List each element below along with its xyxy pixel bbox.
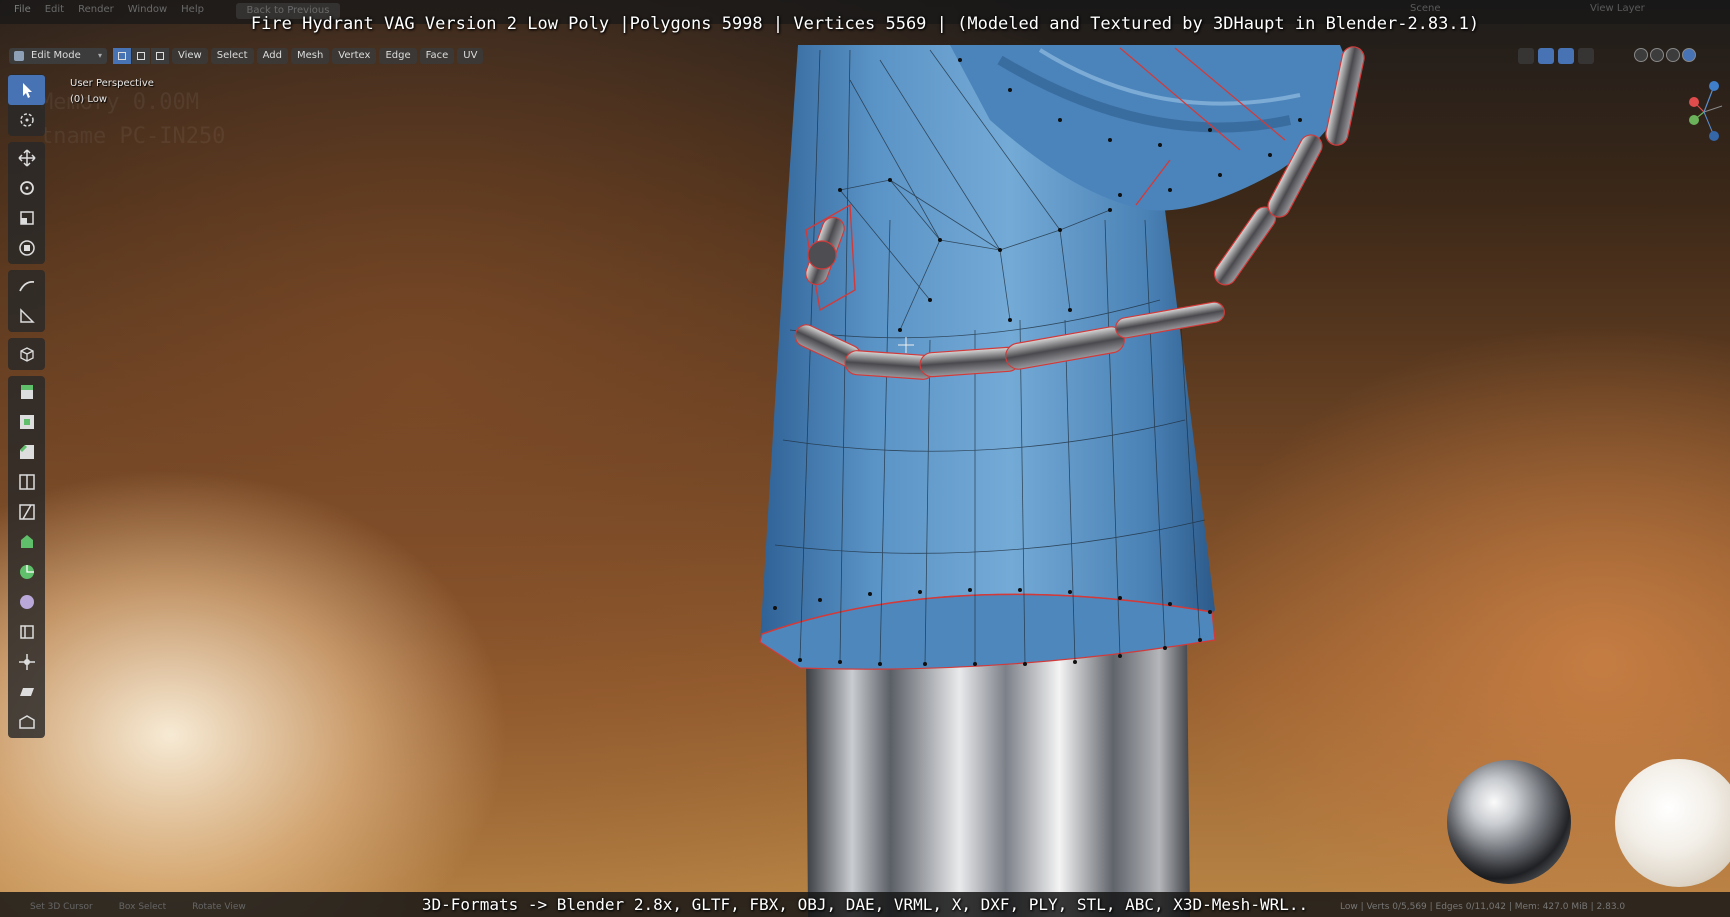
- neg-z-axis-icon[interactable]: [1709, 131, 1719, 141]
- rotate-tool-icon[interactable]: [8, 173, 45, 203]
- viewport-right-tools: [1518, 48, 1594, 64]
- bevel-tool-icon[interactable]: [8, 437, 45, 467]
- viewport-menus: View Select Add Mesh Vertex Edge Face UV: [172, 48, 484, 64]
- z-axis-icon[interactable]: [1709, 81, 1719, 91]
- y-axis-icon[interactable]: [1689, 115, 1699, 125]
- solid-shading-button[interactable]: [1650, 48, 1664, 62]
- wireframe-shading-button[interactable]: [1634, 48, 1648, 62]
- edge-select-button[interactable]: [132, 48, 150, 64]
- face-select-button[interactable]: [151, 48, 169, 64]
- viewport-header: Edit Mode ▾ View Select Add Mesh Vertex …: [0, 44, 1730, 68]
- perspective-label: User Perspective: [70, 78, 154, 89]
- gizmo-toggle-icon[interactable]: [1538, 48, 1554, 64]
- x-axis-icon[interactable]: [1689, 97, 1699, 107]
- navigation-gizmo[interactable]: [1680, 78, 1728, 146]
- edge-slide-tool-icon[interactable]: [8, 617, 45, 647]
- select-mode-group: [113, 48, 170, 64]
- edit-mode-icon: [14, 51, 24, 61]
- menu-add[interactable]: Add: [256, 48, 288, 64]
- cursor-tool-icon[interactable]: [8, 105, 45, 135]
- overlay-toggle-icon[interactable]: [1558, 48, 1574, 64]
- knife-tool-icon[interactable]: [8, 497, 45, 527]
- poly-build-tool-icon[interactable]: [8, 527, 45, 557]
- menu-mesh[interactable]: Mesh: [290, 48, 330, 64]
- video-title-overlay: Fire Hydrant VAG Version 2 Low Poly |Pol…: [250, 14, 1480, 34]
- smooth-tool-icon[interactable]: [8, 587, 45, 617]
- mode-dropdown[interactable]: Edit Mode ▾: [9, 48, 107, 64]
- rendered-shading-button[interactable]: [1682, 48, 1696, 62]
- select-box-tool-icon[interactable]: [8, 75, 45, 105]
- rip-region-tool-icon[interactable]: [8, 707, 45, 737]
- mode-label: Edit Mode: [31, 50, 81, 61]
- tool-shelf: [8, 74, 45, 744]
- loop-cut-tool-icon[interactable]: [8, 467, 45, 497]
- material-shading-button[interactable]: [1666, 48, 1680, 62]
- menu-face[interactable]: Face: [419, 48, 455, 64]
- menu-select[interactable]: Select: [210, 48, 254, 64]
- menu-view[interactable]: View: [172, 48, 208, 64]
- hdri-chrome-sphere: [1447, 760, 1571, 884]
- view-layer-selector[interactable]: View Layer: [1590, 3, 1645, 14]
- annotate-tool-icon[interactable]: [8, 271, 45, 301]
- move-tool-icon[interactable]: [8, 143, 45, 173]
- chevron-down-icon: ▾: [97, 51, 102, 60]
- menu-uv[interactable]: UV: [457, 48, 484, 64]
- scene-selector[interactable]: Scene: [1410, 3, 1441, 14]
- add-cube-tool-icon[interactable]: [8, 339, 45, 369]
- xray-toggle-icon[interactable]: [1578, 48, 1594, 64]
- shading-modes: [1634, 48, 1696, 62]
- visibility-icon[interactable]: [1518, 48, 1534, 64]
- extrude-tool-icon[interactable]: [8, 377, 45, 407]
- 3d-cursor-icon: [898, 337, 914, 353]
- inset-tool-icon[interactable]: [8, 407, 45, 437]
- menu-vertex[interactable]: Vertex: [332, 48, 377, 64]
- steel-base: [806, 640, 1190, 917]
- object-label: (0) Low: [70, 94, 108, 105]
- formats-overlay: 3D-Formats -> Blender 2.8x, GLTF, FBX, O…: [421, 895, 1309, 914]
- viewport-info: User Perspective (0) Low: [70, 76, 154, 108]
- shear-tool-icon[interactable]: [8, 677, 45, 707]
- transform-tool-icon[interactable]: [8, 233, 45, 263]
- shrink-fatten-tool-icon[interactable]: [8, 647, 45, 677]
- measure-tool-icon[interactable]: [8, 301, 45, 331]
- 3d-viewport[interactable]: Memory 0.00M tname PC-IN250: [0, 0, 1730, 917]
- vertex-select-button[interactable]: [113, 48, 131, 64]
- spin-tool-icon[interactable]: [8, 557, 45, 587]
- scale-tool-icon[interactable]: [8, 203, 45, 233]
- menu-edge[interactable]: Edge: [379, 48, 417, 64]
